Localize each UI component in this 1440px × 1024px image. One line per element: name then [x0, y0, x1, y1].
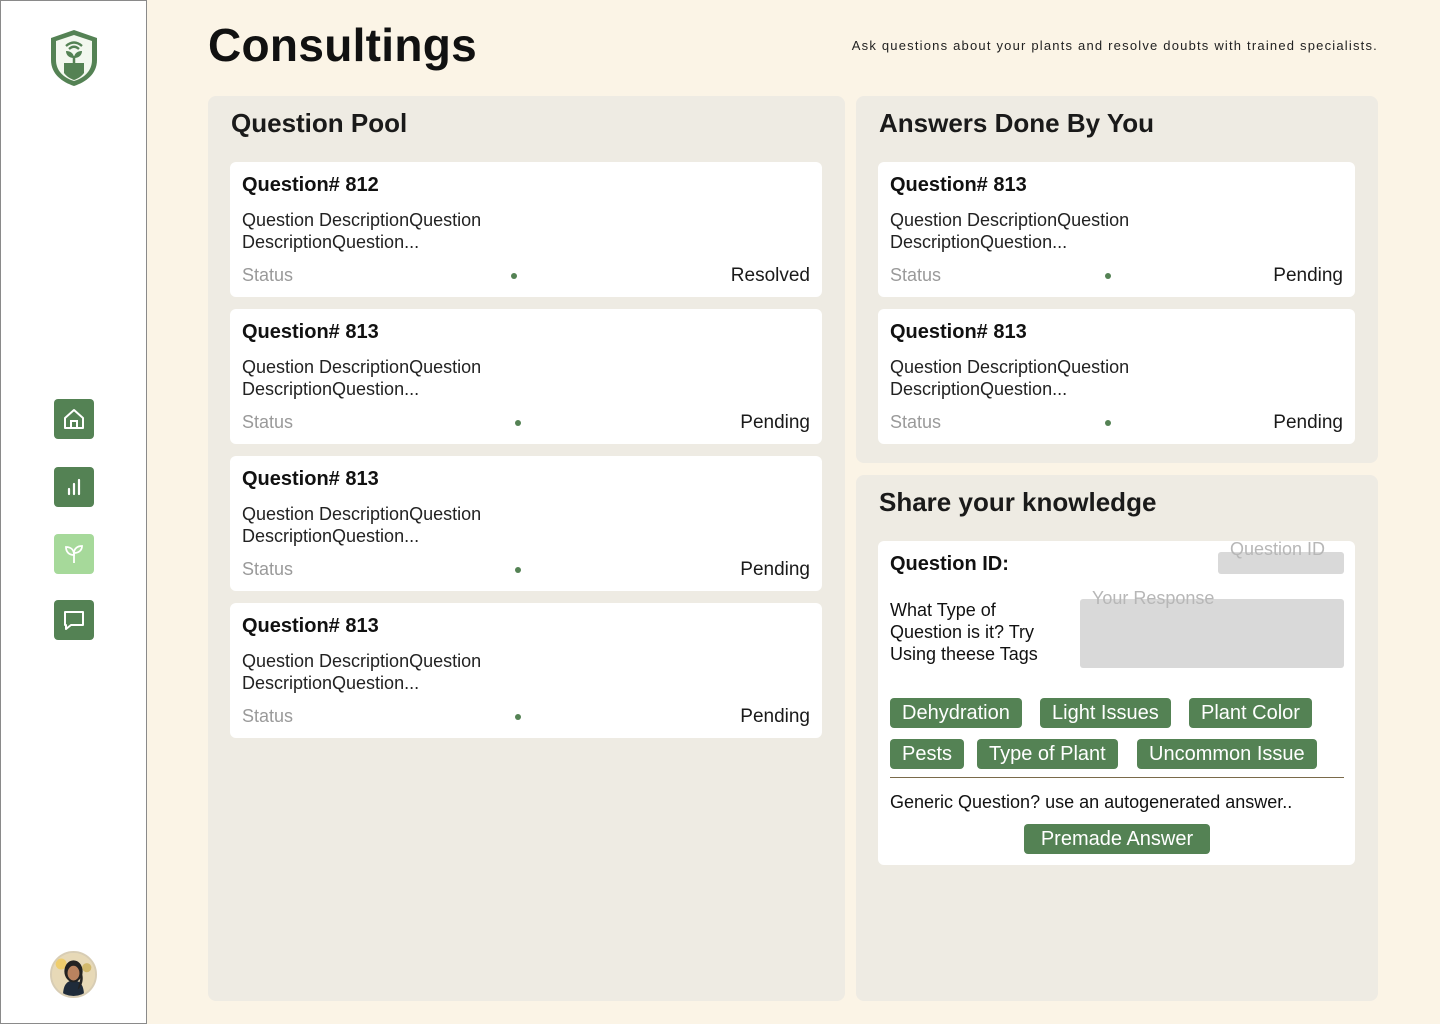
premade-answer-button[interactable]: Premade Answer: [1024, 824, 1210, 854]
answer-form: Question ID: Question ID What Type of Qu…: [878, 539, 1355, 865]
answer-card[interactable]: Question# 813 Question DescriptionQuesti…: [878, 309, 1355, 444]
status-value: Resolved: [730, 265, 810, 286]
question-description: Question DescriptionQuestion Description…: [242, 504, 482, 546]
status-dot-icon: [511, 273, 517, 279]
status-label: Status: [890, 265, 942, 285]
question-title: Question# 813: [242, 468, 379, 490]
status-value: Pending: [1273, 412, 1343, 433]
response-placeholder: Your Response: [1092, 588, 1215, 608]
share-panel: Share your knowledge Question ID: Questi…: [856, 475, 1378, 1001]
tag-prompt: What Type of Question is it? Try Using t…: [890, 600, 1038, 664]
tag-type-of-plant[interactable]: Type of Plant: [977, 739, 1118, 769]
status-value: Pending: [740, 559, 810, 580]
status-dot-icon: [1105, 273, 1111, 279]
status-dot-icon: [1105, 420, 1111, 426]
question-pool-panel: Question Pool Question# 812 Question Des…: [208, 96, 845, 1001]
status-label: Status: [890, 412, 942, 432]
status-dot-icon: [515, 420, 521, 426]
tag-pests[interactable]: Pests: [890, 739, 965, 769]
status-dot-icon: [515, 714, 521, 720]
question-title: Question# 813: [242, 321, 379, 343]
page-title: Consultings: [208, 19, 478, 71]
nav-plants-button[interactable]: [54, 534, 94, 574]
status-label: Status: [242, 706, 294, 726]
nav-home-button[interactable]: [54, 399, 94, 439]
response-input[interactable]: [1080, 599, 1344, 668]
status-label: Status: [242, 265, 294, 285]
question-description: Question DescriptionQuestion Description…: [890, 357, 1130, 399]
question-description: Question DescriptionQuestion Description…: [242, 357, 482, 399]
tag-dehydration[interactable]: Dehydration: [890, 698, 1022, 728]
chart-icon: [67, 478, 81, 496]
status-label: Status: [242, 412, 294, 432]
status-value: Pending: [1273, 265, 1343, 286]
tag-uncommon-issue[interactable]: Uncommon Issue: [1137, 739, 1317, 769]
answer-card[interactable]: Question# 813 Question DescriptionQuesti…: [878, 162, 1355, 297]
sidebar: [0, 0, 147, 1024]
question-title: Question# 813: [242, 615, 379, 637]
nav-consultings-button[interactable]: [54, 600, 94, 640]
question-card[interactable]: Question# 813 Question DescriptionQuesti…: [230, 603, 822, 738]
question-card[interactable]: Question# 812 Question DescriptionQuesti…: [230, 162, 822, 297]
nav-stats-button[interactable]: [54, 467, 94, 507]
question-pool-title: Question Pool: [231, 108, 408, 138]
question-description: Question DescriptionQuestion Description…: [890, 210, 1130, 252]
generic-question-text: Generic Question? use an autogenerated a…: [890, 792, 1293, 812]
question-id-placeholder: Question ID: [1230, 539, 1326, 559]
question-id-label: Question ID:: [890, 553, 1009, 575]
question-title: Question# 813: [890, 174, 1027, 196]
question-card[interactable]: Question# 813 Question DescriptionQuesti…: [230, 456, 822, 591]
logo-icon: [48, 28, 100, 88]
status-label: Status: [242, 559, 294, 579]
question-description: Question DescriptionQuestion Description…: [242, 651, 482, 693]
answers-title: Answers Done By You: [879, 108, 1154, 138]
chat-icon: [64, 611, 84, 630]
plant-icon: [65, 545, 83, 563]
question-description: Question DescriptionQuestion Description…: [242, 210, 482, 252]
status-dot-icon: [515, 567, 521, 573]
divider: [890, 777, 1344, 778]
home-icon: [64, 409, 84, 429]
tag-plant-color[interactable]: Plant Color: [1189, 698, 1312, 728]
question-title: Question# 812: [242, 174, 379, 196]
user-avatar[interactable]: [50, 951, 97, 998]
answers-panel: Answers Done By You Question# 813 Questi…: [856, 96, 1378, 463]
question-card[interactable]: Question# 813 Question DescriptionQuesti…: [230, 309, 822, 444]
question-title: Question# 813: [890, 321, 1027, 343]
status-value: Pending: [740, 412, 810, 433]
tag-light-issues[interactable]: Light Issues: [1040, 698, 1171, 728]
page-subtitle: Ask questions about your plants and reso…: [851, 38, 1378, 53]
status-value: Pending: [740, 706, 810, 727]
share-title: Share your knowledge: [879, 487, 1157, 517]
